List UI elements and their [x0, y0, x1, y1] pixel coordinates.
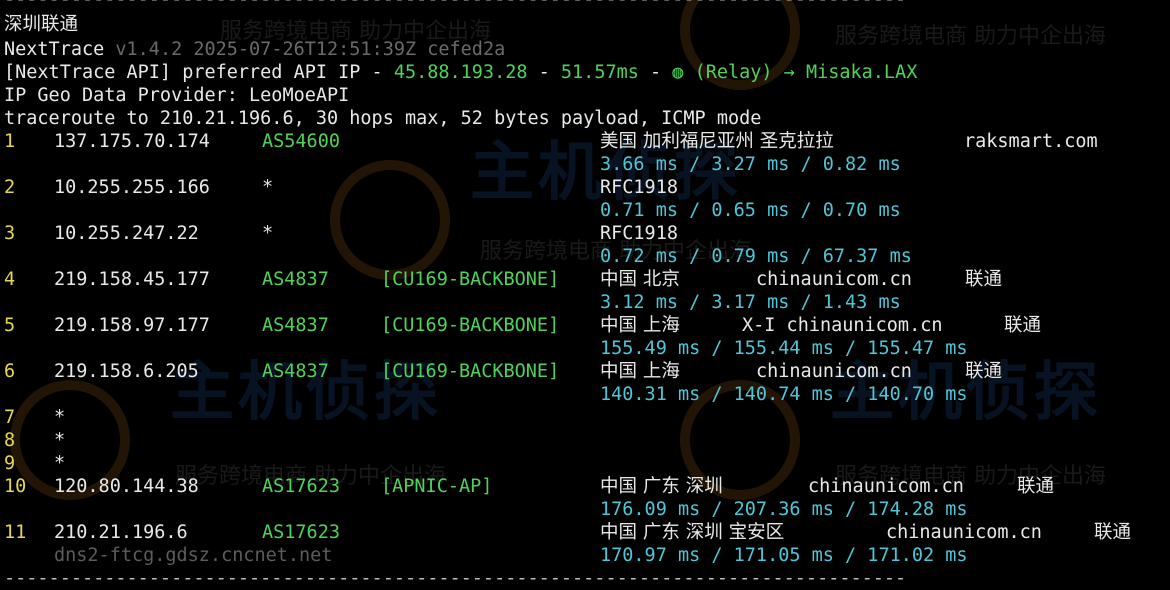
hop-isp: 联通: [965, 269, 1003, 290]
version-info: v1.4.2 2025-07-26T12:51:39Z cefed2a: [115, 39, 506, 60]
hop-asn: *: [262, 177, 274, 198]
hop-domain: chinaunicom.cn: [756, 361, 912, 382]
hop-rtt: 170.97 ms / 171.05 ms / 171.02 ms: [600, 545, 968, 566]
hop-rtt: 3.12 ms / 3.17 ms / 1.43 ms: [600, 292, 901, 313]
api-latency: 51.57ms: [560, 62, 639, 83]
hop-geo: RFC1918: [600, 177, 678, 198]
hop-ip: 210.21.196.6: [54, 522, 188, 543]
hop-number: 11: [4, 522, 27, 543]
hop-number: 10: [4, 476, 27, 497]
hop-tag: [CU169-BACKBONE]: [381, 315, 560, 336]
hop-domain: chinaunicom.cn: [756, 269, 912, 290]
hop-domain: X-I chinaunicom.cn: [742, 315, 943, 336]
hop-isp: 联通: [1017, 476, 1055, 497]
hop-ip: 137.175.70.174: [54, 131, 210, 152]
hop-asn: *: [262, 223, 274, 244]
hop-rtt: 176.09 ms / 207.36 ms / 174.28 ms: [600, 499, 968, 520]
trace-title: 深圳联通: [4, 14, 79, 35]
hop-domain: raksmart.com: [964, 131, 1098, 152]
terminal-window: 主机侦探 服务跨境电商 助力中企出海 主机侦探 服务跨境电商 助力中企出海 主机…: [0, 0, 1170, 589]
hop-rtt: 0.71 ms / 0.65 ms / 0.70 ms: [600, 200, 901, 221]
api-relay: (Relay) → Misaka.LAX: [694, 62, 918, 83]
hop-ip: 10.255.255.166: [54, 177, 210, 198]
hop-geo: 中国 广东 深圳 宝安区: [600, 522, 785, 543]
hop-asn: AS4837: [262, 269, 329, 290]
relay-icon: ◍: [672, 62, 684, 83]
hop-asn: AS4837: [262, 315, 329, 336]
hop-number: 7: [4, 407, 16, 428]
hop-timeout-mark: *: [54, 407, 66, 428]
hop-rtt: 155.49 ms / 155.44 ms / 155.47 ms: [600, 338, 968, 359]
hop-tag: [APNIC-AP]: [381, 476, 493, 497]
watermark-logo-icon: [330, 160, 450, 280]
hop-asn: AS54600: [262, 131, 340, 152]
hop-number: 6: [4, 361, 16, 382]
hop-number: 8: [4, 430, 16, 451]
hop-asn: AS17623: [262, 522, 340, 543]
hop-geo: RFC1918: [600, 223, 678, 244]
hop-ip: 10.255.247.22: [54, 223, 199, 244]
api-ip: 45.88.193.28: [393, 62, 528, 83]
hop-ip: 219.158.6.205: [54, 361, 199, 382]
bottom-separator: ----------------------------------------…: [4, 568, 909, 589]
hop-tag: [CU169-BACKBONE]: [381, 269, 560, 290]
hop-number: 5: [4, 315, 16, 336]
hop-asn: AS4837: [262, 361, 329, 382]
watermark-brand: 主机侦探: [170, 356, 442, 430]
hop-number: 9: [4, 453, 16, 474]
hop-geo: 中国 上海: [600, 315, 680, 336]
api-line: [NextTrace API] preferred API IP - 45.88…: [4, 62, 918, 83]
hop-rtt: 3.66 ms / 3.27 ms / 0.82 ms: [600, 154, 901, 175]
hop-ip: 120.80.144.38: [54, 476, 199, 497]
hop-geo: 中国 上海: [600, 361, 680, 382]
api-prefix: [NextTrace API] preferred API IP -: [4, 62, 394, 83]
app-name: NextTrace: [4, 39, 105, 60]
hop-number: 4: [4, 269, 16, 290]
hop-rtt: 0.72 ms / 0.79 ms / 67.37 ms: [600, 246, 912, 267]
hop-rtt: 140.31 ms / 140.74 ms / 140.70 ms: [600, 384, 968, 405]
hop-timeout-mark: *: [54, 430, 66, 451]
hop-number: 1: [4, 131, 16, 152]
hop-isp: 联通: [1094, 522, 1132, 543]
hop-isp: 联通: [965, 361, 1003, 382]
hop-geo: 中国 北京: [600, 269, 680, 290]
hop-asn: AS17623: [262, 476, 340, 497]
hop-timeout-mark: *: [54, 453, 66, 474]
hop-tag: [CU169-BACKBONE]: [381, 361, 560, 382]
hop-geo: 美国 加利福尼亚州 圣克拉拉: [600, 131, 834, 152]
hop-ip: 219.158.45.177: [54, 269, 210, 290]
top-separator: ----------------------------------------…: [4, 0, 909, 11]
hop-ip: 219.158.97.177: [54, 315, 210, 336]
hop-number: 3: [4, 223, 16, 244]
hop-rdns: dns2-ftcg.gdsz.cncnet.net: [54, 545, 333, 566]
traceroute-info: traceroute to 210.21.196.6, 30 hops max,…: [4, 108, 762, 129]
hop-geo: 中国 广东 深圳: [600, 476, 723, 497]
watermark-slogan: 服务跨境电商 助力中企出海: [835, 24, 1106, 49]
hop-number: 2: [4, 177, 16, 198]
hop-isp: 联通: [1004, 315, 1042, 336]
version-line: NextTrace v1.4.2 2025-07-26T12:51:39Z ce…: [4, 38, 505, 61]
hop-domain: chinaunicom.cn: [808, 476, 964, 497]
hop-domain: chinaunicom.cn: [886, 522, 1042, 543]
geo-provider: IP Geo Data Provider: LeoMoeAPI: [4, 85, 350, 106]
